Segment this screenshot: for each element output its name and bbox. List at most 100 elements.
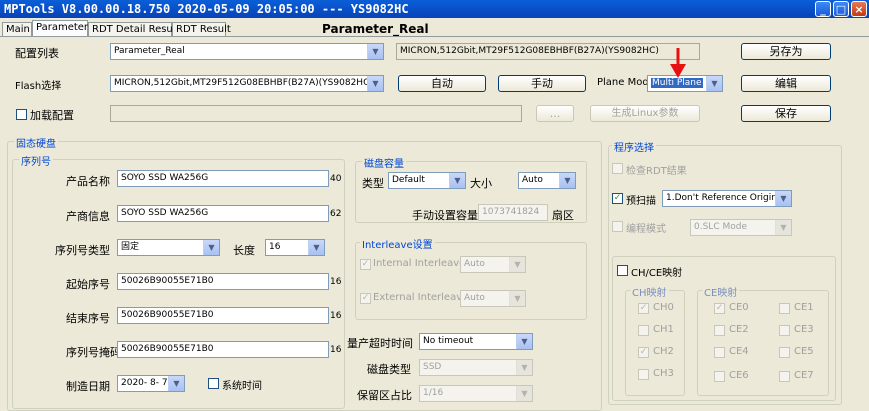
interleave-group <box>355 242 587 320</box>
end-serial-input[interactable]: 50026B90055E71B0 <box>117 307 329 324</box>
maximize-button[interactable]: □ <box>833 1 849 17</box>
ce0-checkbox[interactable]: ✓ <box>714 303 725 314</box>
product-name-input[interactable]: SOYO SSD WA256G <box>117 170 329 187</box>
ce6-checkbox[interactable] <box>714 371 725 382</box>
minimize-icon: _ <box>820 3 826 16</box>
prescan-value: 1.Don't Reference Origina <box>666 193 783 203</box>
ce2-checkbox[interactable] <box>714 325 725 336</box>
capacity-size-select[interactable]: Auto ▼ <box>518 172 576 189</box>
product-name-label: 产品名称 <box>66 175 110 188</box>
ch1-checkbox[interactable] <box>638 325 649 336</box>
program-mode-checkbox[interactable] <box>612 221 623 232</box>
load-config-path <box>110 105 522 122</box>
mfg-date-picker[interactable]: 2020- 8- 7 ▼ <box>117 375 185 392</box>
mfg-date-value: 2020- 8- 7 <box>121 378 168 388</box>
internal-interleave-checkbox[interactable]: ✓ <box>360 259 371 270</box>
ch3-checkbox[interactable] <box>638 369 649 380</box>
chevron-down-icon: ▼ <box>367 44 383 59</box>
disk-type-select[interactable]: SSD ▼ <box>419 359 533 376</box>
system-time-label: 系统时间 <box>222 381 262 392</box>
ce4-label: CE4 <box>729 346 749 357</box>
close-icon: × <box>854 3 864 16</box>
external-interleave-select[interactable]: Auto ▼ <box>460 290 526 307</box>
prescan-select[interactable]: 1.Don't Reference Origina ▼ <box>662 190 792 207</box>
save-button[interactable]: 保存 <box>741 105 831 122</box>
chevron-down-icon: ▼ <box>203 240 219 255</box>
ch2-checkbox[interactable]: ✓ <box>638 347 649 358</box>
start-serial-input[interactable]: 50026B90055E71B0 <box>117 273 329 290</box>
gen-linux-button[interactable]: 生成Linux参数 <box>590 105 700 122</box>
manual-capacity-label: 手动设置容量 <box>412 209 478 222</box>
serial-mask-input[interactable]: 50026B90055E71B0 <box>117 341 329 358</box>
program-mode-select[interactable]: 0.SLC Mode ▼ <box>690 219 792 236</box>
ce7-checkbox[interactable] <box>779 371 790 382</box>
capacity-type-select[interactable]: Default ▼ <box>388 172 466 189</box>
ch1-label: CH1 <box>653 324 674 335</box>
auto-button[interactable]: 自动 <box>398 75 486 92</box>
config-list-select[interactable]: Parameter_Real ▼ <box>110 43 384 60</box>
chevron-down-icon: ▼ <box>509 257 525 272</box>
ce3-label: CE3 <box>794 324 814 335</box>
flash-select[interactable]: MICRON,512Gbit,MT29F512G08EBHBF(B27A)(YS… <box>110 75 384 92</box>
check-icon: ✓ <box>715 303 724 313</box>
config-list-value: Parameter_Real <box>114 46 185 56</box>
chevron-down-icon: ▼ <box>775 220 791 235</box>
internal-interleave-select[interactable]: Auto ▼ <box>460 256 526 273</box>
red-pointer-arrow-icon <box>670 48 686 78</box>
manual-button[interactable]: 手动 <box>498 75 586 92</box>
external-interleave-checkbox[interactable]: ✓ <box>360 293 371 304</box>
timeout-select[interactable]: No timeout ▼ <box>419 333 533 350</box>
ce7-label: CE7 <box>794 370 814 381</box>
system-time-checkbox[interactable] <box>208 378 219 389</box>
browse-button[interactable]: ... <box>536 105 574 122</box>
check-rdt-checkbox[interactable] <box>612 163 623 174</box>
save-as-button[interactable]: 另存为 <box>741 43 831 60</box>
check-icon: ✓ <box>613 193 622 203</box>
program-mode-value: 0.SLC Mode <box>694 222 747 232</box>
serial-type-select[interactable]: 固定 ▼ <box>117 239 220 256</box>
prescan-label: 预扫描 <box>626 196 656 207</box>
capacity-group-title: 磁盘容量 <box>362 155 406 170</box>
chevron-down-icon: ▼ <box>706 76 722 91</box>
ce5-checkbox[interactable] <box>779 347 790 358</box>
tab-main[interactable]: Main <box>2 22 32 36</box>
chevron-down-icon: ▼ <box>308 240 324 255</box>
ce-map-title: CE映射 <box>702 284 740 299</box>
chevron-down-icon: ▼ <box>449 173 465 188</box>
interleave-group-title: Interleave设置 <box>360 236 435 251</box>
ch-ce-map-label: CH/CE映射 <box>631 268 683 279</box>
ch0-checkbox[interactable]: ✓ <box>638 303 649 314</box>
tab-rdt-result[interactable]: RDT Result <box>172 22 231 36</box>
ce4-checkbox[interactable] <box>714 347 725 358</box>
check-rdt-label: 检查RDT结果 <box>626 166 687 177</box>
product-info-input[interactable]: SOYO SSD WA256G <box>117 205 329 222</box>
ce5-label: CE5 <box>794 346 814 357</box>
capacity-type-value: Default <box>392 175 425 185</box>
ch-ce-map-checkbox[interactable] <box>617 265 628 276</box>
manual-capacity-input[interactable]: 1073741824 <box>478 204 548 221</box>
prescan-checkbox[interactable]: ✓ <box>612 193 623 204</box>
ch-map-title: CH映射 <box>630 284 669 299</box>
minimize-button[interactable]: _ <box>815 1 831 17</box>
length-label: 长度 <box>233 244 255 257</box>
edit-button[interactable]: 编辑 <box>741 75 831 92</box>
disk-type-label: 磁盘类型 <box>367 363 411 376</box>
internal-interleave-label: Internal Interleave <box>373 258 466 269</box>
close-button[interactable]: × <box>851 1 867 17</box>
load-config-label: 加载配置 <box>30 109 74 122</box>
ce1-checkbox[interactable] <box>779 303 790 314</box>
check-icon: ✓ <box>639 303 648 313</box>
tab-rdt-detail-result[interactable]: RDT Detail Result <box>88 22 179 36</box>
timeout-value: No timeout <box>423 336 474 346</box>
chevron-down-icon: ▼ <box>516 334 532 349</box>
tab-parameter[interactable]: Parameter <box>32 20 88 37</box>
ce3-checkbox[interactable] <box>779 325 790 336</box>
reserved-ratio-select[interactable]: 1/16 ▼ <box>419 385 533 402</box>
product-info-label: 产商信息 <box>66 210 110 223</box>
length-select[interactable]: 16 ▼ <box>265 239 325 256</box>
chevron-down-icon: ▼ <box>516 360 532 375</box>
capacity-size-label: 大小 <box>470 177 492 190</box>
ce1-label: CE1 <box>794 302 814 313</box>
flash-select-label: Flash选择 <box>15 81 62 92</box>
load-config-checkbox[interactable] <box>16 109 27 120</box>
